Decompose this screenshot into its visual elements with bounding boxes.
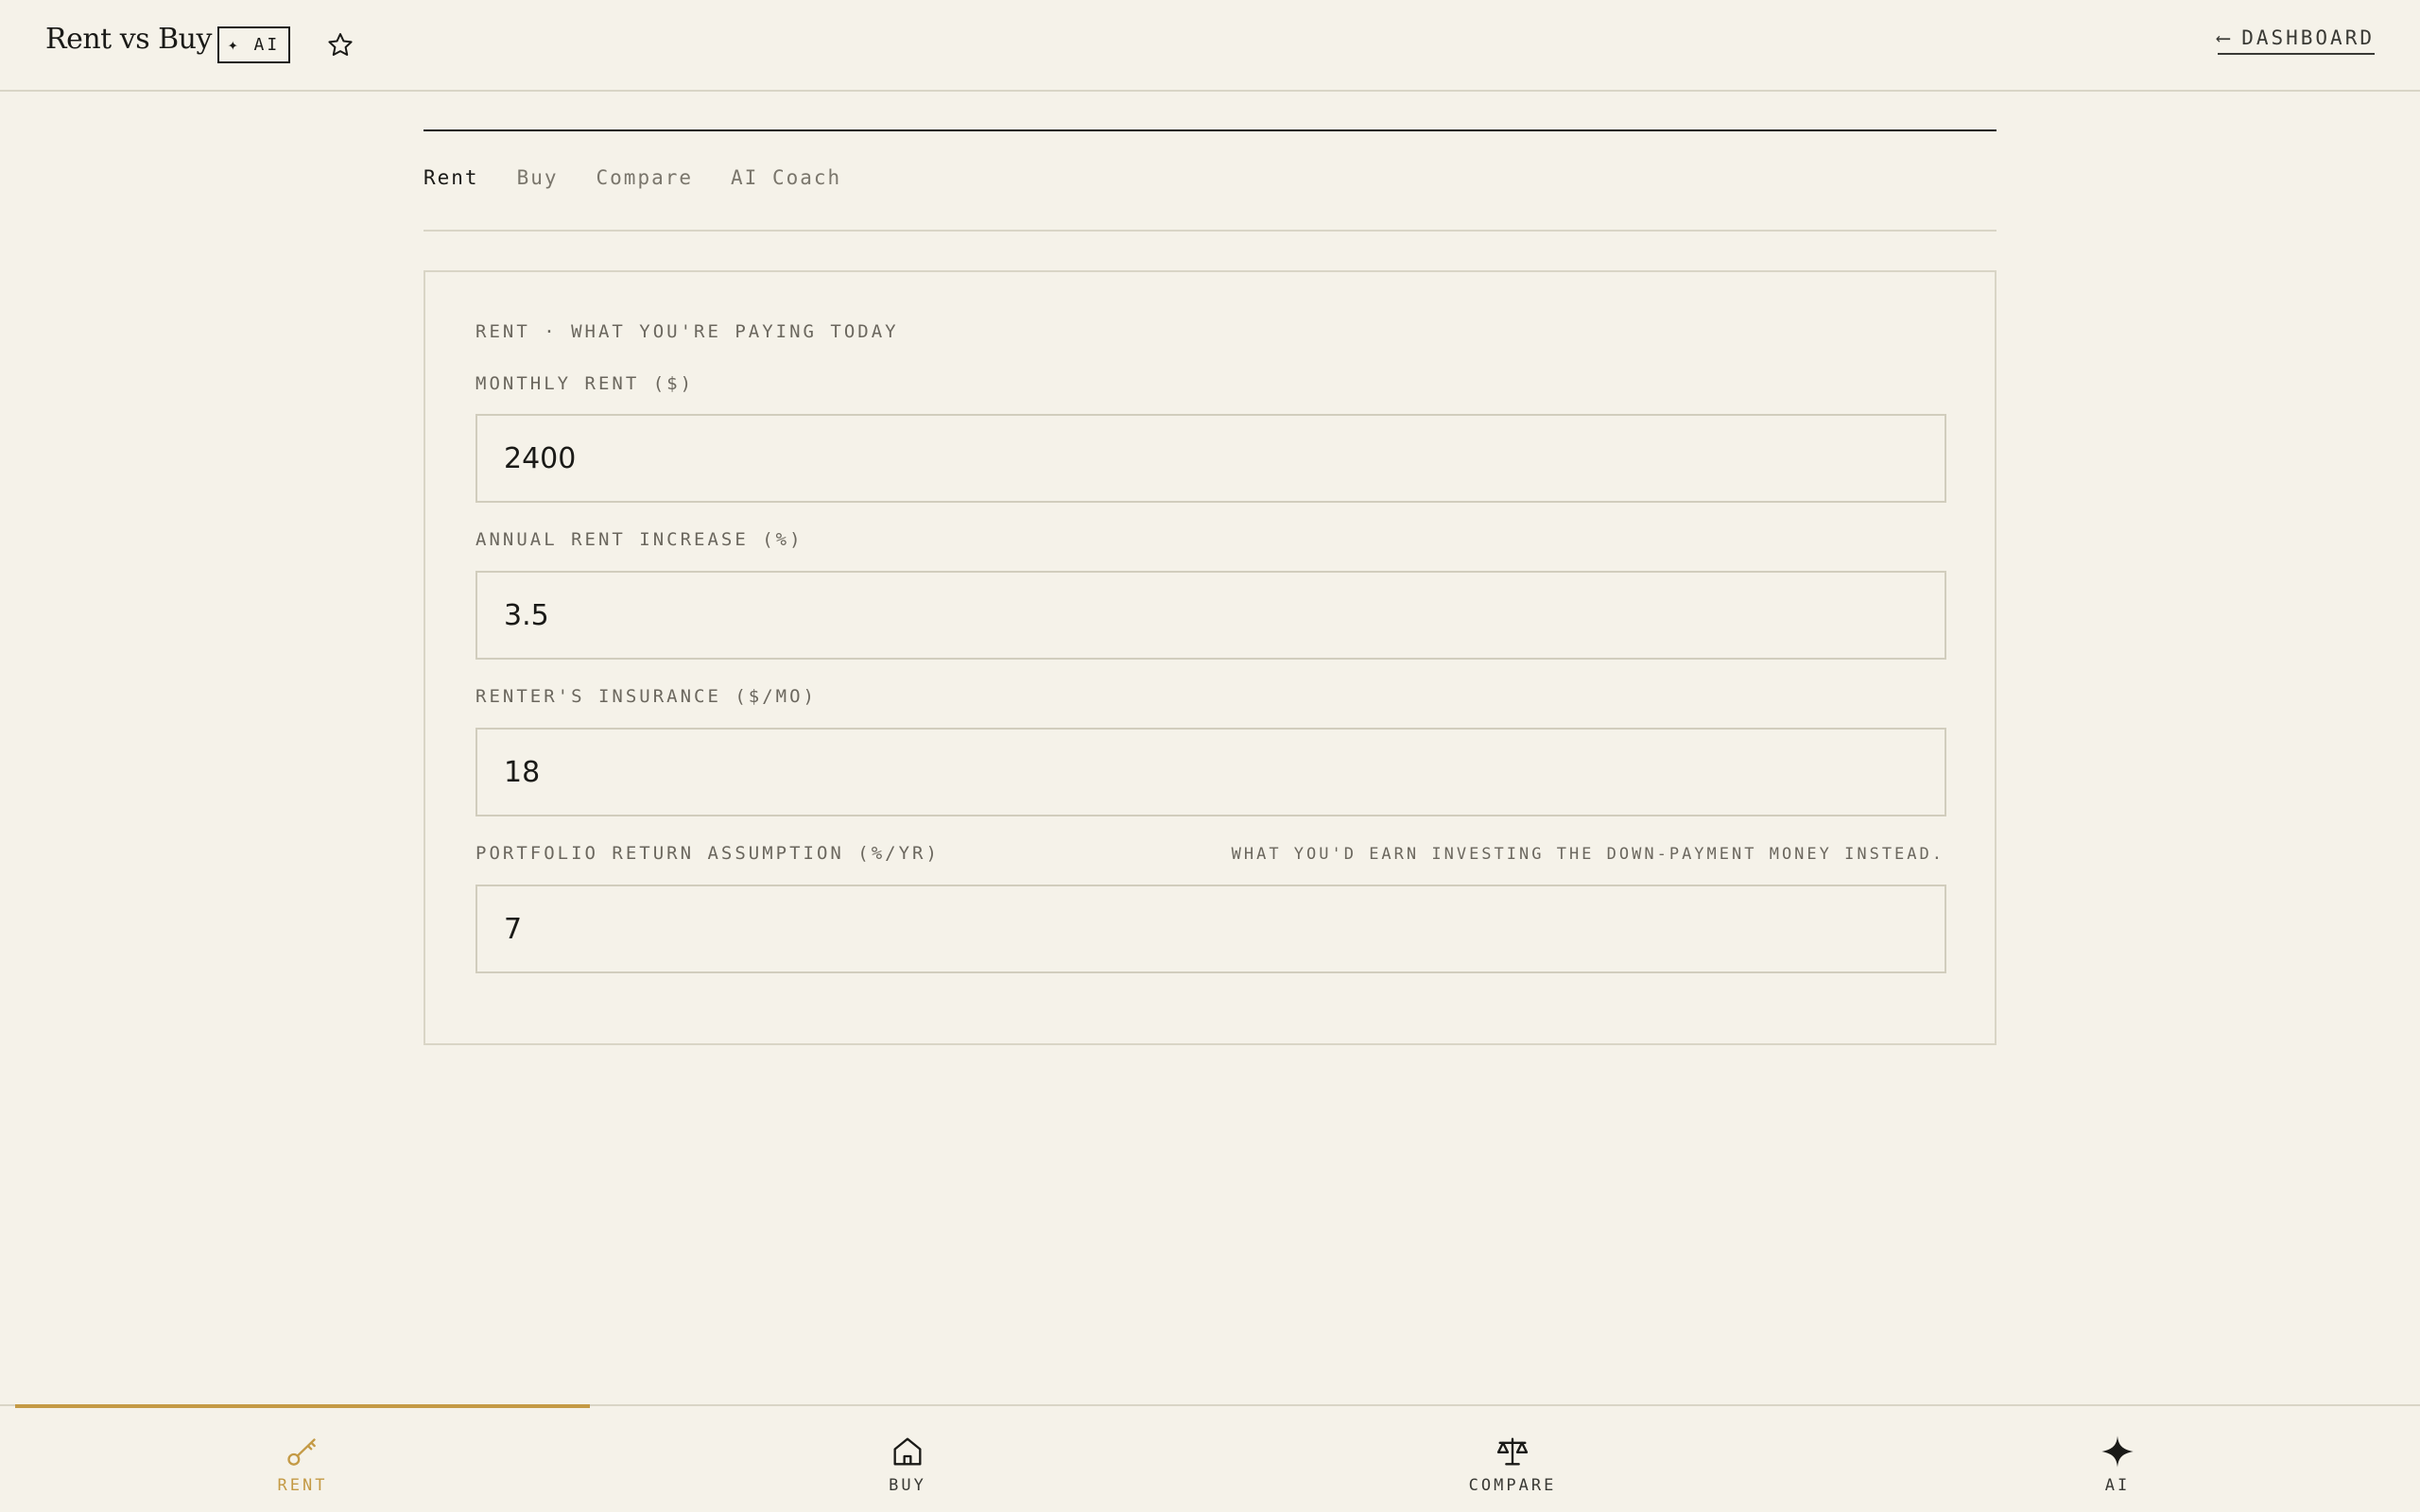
nav-rent-label: RENT [277, 1476, 328, 1495]
arrow-left-icon: ⟵ [2217, 26, 2233, 49]
nav-compare[interactable]: COMPARE [1210, 1406, 1815, 1512]
nav-ai-label: AI [2104, 1476, 2131, 1495]
tab-rent[interactable]: Rent [424, 166, 479, 189]
card-heading: RENT · WHAT YOU'RE PAYING TODAY [475, 321, 899, 342]
portfolio-return-label: PORTFOLIO RETURN ASSUMPTION (%/YR) [475, 843, 940, 864]
nav-ai[interactable]: AI [1815, 1406, 2420, 1512]
top-rule [424, 129, 1996, 131]
scale-icon [1496, 1437, 1529, 1466]
ai-badge[interactable]: ✦ AI [217, 26, 290, 63]
tab-ai-coach[interactable]: AI Coach [731, 166, 841, 189]
annual-rent-increase-input[interactable] [475, 571, 1946, 660]
rent-inputs-card: RENT · WHAT YOU'RE PAYING TODAY MONTHLY … [424, 270, 1996, 1045]
app-title: Rent vs Buy [45, 23, 212, 56]
nav-compare-label: COMPARE [1468, 1476, 1557, 1495]
tab-buy[interactable]: Buy [517, 166, 559, 189]
portfolio-return-hint: WHAT YOU'D EARN INVESTING THE DOWN-PAYME… [1231, 845, 1945, 864]
favorite-button[interactable] [325, 30, 355, 60]
renters-insurance-label: RENTER'S INSURANCE ($/MO) [475, 686, 817, 707]
renters-insurance-input[interactable] [475, 728, 1946, 816]
top-bar: Rent vs Buy ✦ AI ⟵ DASHBOARD [0, 0, 2420, 92]
nav-buy-label: BUY [889, 1476, 926, 1495]
tab-bar: Rent Buy Compare AI Coach [424, 166, 841, 189]
monthly-rent-input[interactable] [475, 414, 1946, 503]
tab-compare[interactable]: Compare [596, 166, 694, 189]
house-icon [893, 1437, 922, 1466]
annual-rent-increase-label: ANNUAL RENT INCREASE (%) [475, 529, 804, 550]
star-icon [328, 33, 353, 56]
nav-buy[interactable]: BUY [605, 1406, 1210, 1512]
portfolio-return-input[interactable] [475, 885, 1946, 973]
tab-divider [424, 230, 1996, 232]
dashboard-link-label: DASHBOARD [2241, 26, 2375, 49]
key-icon [287, 1438, 316, 1466]
nav-rent[interactable]: RENT [0, 1406, 605, 1512]
monthly-rent-label: MONTHLY RENT ($) [475, 373, 695, 394]
sparkle-icon [2101, 1435, 2134, 1468]
dashboard-link[interactable]: ⟵ DASHBOARD [2217, 26, 2375, 55]
bottom-nav: RENT BUY COMPARE AI [0, 1404, 2420, 1512]
